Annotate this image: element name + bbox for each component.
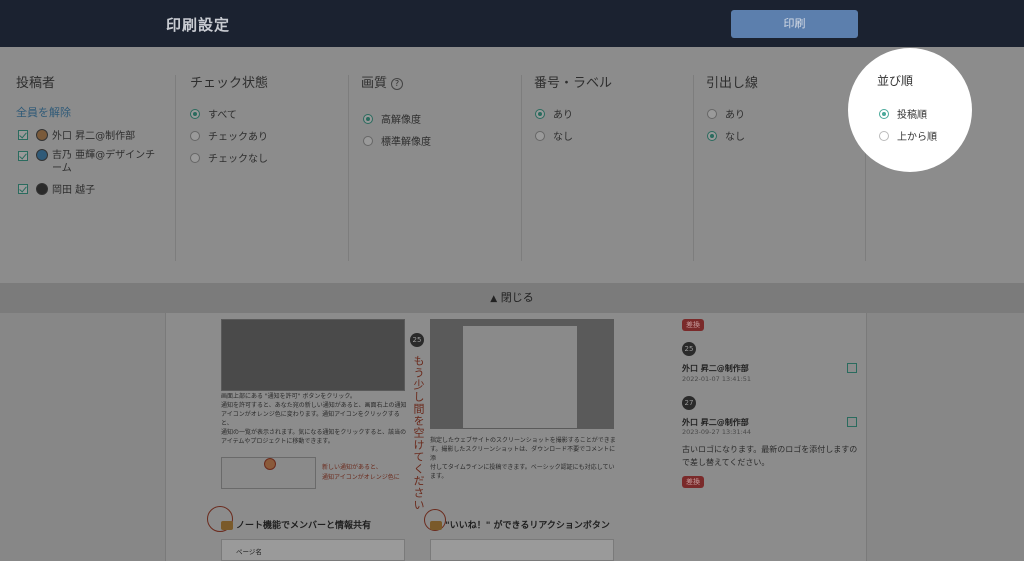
reaction-icon [430, 521, 442, 530]
order-section-spotlight: 並び順 投稿順 上から順 [848, 48, 972, 172]
comment-number-badge: 27 [682, 396, 696, 410]
check-state-checked[interactable]: チェックあり [190, 128, 268, 143]
pin-number-badge: 25 [410, 333, 424, 347]
deselect-all-link[interactable]: 全員を解除 [16, 104, 71, 120]
preview-paragraph-center: 指定したウェブサイトのスクリーンショットを撮影することができま す。撮影したスク… [430, 437, 616, 480]
poster-name: 岡田 越子 [52, 185, 96, 196]
comment-date: 2023-09-27 13:31:44 [682, 428, 752, 436]
vertical-annotation: もう少し間を空けてください [412, 355, 425, 511]
leader-line-title: 引出し線 [706, 76, 759, 91]
radio-selected[interactable] [190, 108, 200, 119]
poster-user-1[interactable]: 外口 昇二@制作部 [18, 127, 135, 142]
order-title: 並び順 [877, 74, 914, 88]
poster-name: 吉乃 亜輝@デザインチ ーム [52, 150, 156, 174]
radio-selected[interactable] [879, 108, 889, 119]
print-preview: 25 もう少し間を空けてください 画面上部にある "通知を許可" ボタンをクリッ… [0, 313, 1024, 561]
check-state-all[interactable]: すべて [190, 106, 237, 121]
comment-author: 外口 昇二@制作部 [682, 418, 749, 427]
order-top-down[interactable]: 上から順 [879, 128, 937, 143]
poster-user-3[interactable]: 岡田 越子 [18, 181, 95, 196]
order-by-post[interactable]: 投稿順 [879, 106, 927, 121]
preview-right-margin [866, 313, 1024, 561]
checkbox[interactable] [18, 151, 28, 161]
radio-selected[interactable] [363, 113, 373, 124]
radio[interactable] [363, 135, 373, 146]
number-label-title: 番号・ラベル [534, 76, 613, 91]
radio[interactable] [707, 108, 717, 119]
checkbox[interactable] [18, 183, 28, 194]
avatar [36, 182, 48, 195]
dialog-mock [463, 326, 577, 428]
leader-line-on[interactable]: あり [707, 106, 745, 121]
notification-icon-highlight [264, 458, 276, 470]
comment-date: 2022-01-07 13:41:51 [682, 375, 752, 383]
quality-section: 画質? 高解像度 標準解像度 [349, 47, 522, 283]
posters-title: 投稿者 [16, 76, 56, 91]
comment-text: 古いロゴになります。最新のロゴを添付しますので差し替えてください。 [682, 445, 858, 467]
leader-line-off[interactable]: なし [707, 128, 745, 143]
number-label-off[interactable]: なし [535, 128, 573, 143]
radio-selected[interactable] [535, 108, 545, 119]
table-header-page-name: ページ名 [236, 548, 262, 556]
preview-screenshot-notifications [221, 319, 405, 391]
checkbox[interactable] [18, 129, 28, 140]
avatar [36, 149, 48, 161]
quality-standard[interactable]: 標準解像度 [363, 133, 431, 148]
number-label-section: 番号・ラベル あり なし [522, 47, 694, 283]
check-state-section: チェック状態 すべて チェックあり チェックなし [176, 47, 349, 283]
page-title: 印刷設定 [166, 16, 231, 34]
heading-reactions: "いいね！" ができるリアクションボタン [430, 518, 610, 531]
comment-number-badge: 25 [682, 342, 696, 356]
preview-red-annotation: 新しい通知があると、 通知アイコンがオレンジ色に [322, 464, 400, 481]
preview-screenshot-website [430, 319, 614, 429]
print-button[interactable]: 印刷 [731, 10, 858, 38]
preview-left-margin [0, 313, 166, 561]
notes-icon [221, 521, 233, 530]
avatar [36, 128, 48, 141]
close-settings-bar[interactable]: ▲ 閉じる [0, 283, 1024, 313]
comment-author: 外口 昇二@制作部 [682, 364, 749, 373]
header-bar: 印刷設定 印刷 [0, 0, 1024, 47]
quality-title: 画質? [361, 72, 404, 91]
status-badge: 差換 [682, 476, 704, 488]
check-state-unchecked[interactable]: チェックなし [190, 150, 268, 165]
chevron-up-icon: ▲ [490, 294, 498, 304]
preview-reaction-shot [430, 539, 614, 561]
help-icon[interactable]: ? [391, 77, 404, 90]
radio[interactable] [535, 130, 545, 141]
radio[interactable] [190, 152, 200, 163]
radio[interactable] [190, 130, 200, 141]
quality-high[interactable]: 高解像度 [363, 111, 421, 126]
number-label-on[interactable]: あり [535, 106, 573, 121]
comment-checkbox[interactable] [847, 417, 857, 427]
poster-user-2[interactable]: 吉乃 亜輝@デザインチ ーム [18, 149, 155, 175]
poster-name: 外口 昇二@制作部 [52, 131, 136, 142]
preview-paragraph-left: 画面上部にある "通知を許可" ボタンをクリック。 通知を許可すると、あなた宛の… [221, 393, 407, 445]
preview-table: ページ名 [221, 539, 405, 561]
radio[interactable] [879, 130, 889, 141]
leader-line-section: 引出し線 あり なし [694, 47, 866, 283]
check-state-title: チェック状態 [190, 76, 269, 91]
radio-selected[interactable] [707, 130, 717, 141]
comment-checkbox[interactable] [847, 363, 857, 373]
posters-section: 投稿者 全員を解除 外口 昇二@制作部 吉乃 亜輝@デザインチ ーム 岡田 越子 [0, 47, 176, 283]
heading-notes: ノート機能でメンバーと情報共有 [221, 518, 371, 531]
close-label: 閉じる [500, 291, 534, 304]
status-badge: 差換 [682, 319, 704, 331]
